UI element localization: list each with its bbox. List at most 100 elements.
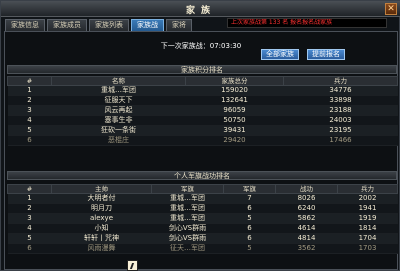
table-cell: 1703 bbox=[337, 243, 398, 254]
mouse-cursor bbox=[127, 260, 138, 271]
table-cell: 5 bbox=[7, 125, 52, 136]
war-panel: 下一次家族战：07:03:30 全部家族 提前报名 家族积分排名 # 名称 家族… bbox=[4, 31, 398, 270]
col-banner-count: 军旗 bbox=[223, 184, 276, 194]
table-cell: 风云再起 bbox=[51, 105, 186, 116]
table-row[interactable]: 2 征服天下 132641 33898 bbox=[7, 95, 398, 106]
table-cell: 征天…军团 bbox=[151, 243, 224, 254]
col-commander: 主帅 bbox=[51, 184, 152, 194]
table-row[interactable]: 1 重城…军团 159020 34776 bbox=[7, 85, 398, 96]
table-cell: 征服天下 bbox=[51, 95, 186, 106]
table-cell: 1814 bbox=[337, 223, 398, 234]
table-cell: 重城…军团 bbox=[151, 203, 224, 214]
table-cell: 1941 bbox=[337, 203, 398, 214]
table-cell: 大明者付 bbox=[51, 193, 152, 204]
table-cell: 1704 bbox=[337, 233, 398, 244]
table-cell: 5 bbox=[223, 243, 276, 254]
tab-bar: 家族信息 家族成员 家族列表 家族战 家将 bbox=[5, 19, 192, 31]
table-cell: 23188 bbox=[283, 105, 398, 116]
personal-ranking-title: 个人军旗战功排名 bbox=[7, 171, 397, 180]
table-cell: 4 bbox=[7, 223, 52, 234]
table-cell: 3562 bbox=[275, 243, 338, 254]
table-cell: 29420 bbox=[185, 135, 284, 146]
table-cell: 明月刀 bbox=[51, 203, 152, 214]
table-cell: alexye bbox=[51, 213, 152, 224]
table-cell: 1 bbox=[7, 193, 52, 204]
tab-family-generals[interactable]: 家将 bbox=[166, 19, 192, 31]
table-cell: 24003 bbox=[283, 115, 398, 126]
table-cell: 6 bbox=[7, 135, 52, 146]
table-cell: 5862 bbox=[275, 213, 338, 224]
table-cell: 7 bbox=[223, 193, 276, 204]
table-cell: 重城…军团 bbox=[51, 85, 186, 96]
table-row[interactable]: 4 塞事生非 50750 24003 bbox=[7, 115, 398, 126]
table-cell: 风雨漫舞 bbox=[51, 243, 152, 254]
table-cell: 剑心VS群雨 bbox=[151, 223, 224, 234]
table-cell: 剑心VS群雨 bbox=[151, 233, 224, 244]
personal-ranking-table: # 主帅 军旗 军旗 战功 兵力 1 大明者付 重城…军团 7 8026 2002 2 明月刀… bbox=[7, 184, 398, 254]
col-banner: 军旗 bbox=[151, 184, 224, 194]
table-cell: 3 bbox=[7, 213, 52, 224]
family-ranking-title: 家族积分排名 bbox=[7, 65, 397, 74]
col-rank: # bbox=[7, 184, 52, 194]
col-name: 名称 bbox=[51, 76, 186, 86]
table-cell: 恶棍庄 bbox=[51, 135, 186, 146]
table-cell: 2 bbox=[7, 203, 52, 214]
table-cell: 1 bbox=[7, 85, 52, 96]
table-row[interactable]: 6 恶棍庄 29420 17466 bbox=[7, 135, 398, 146]
table-cell: 6 bbox=[223, 203, 276, 214]
col-merit: 战功 bbox=[275, 184, 338, 194]
table-cell: 6 bbox=[223, 233, 276, 244]
family-window: 家族 ✕ 家族信息 家族成员 家族列表 家族战 家将 上次家族战第 133 名 … bbox=[0, 0, 400, 271]
all-families-button[interactable]: 全部家族 bbox=[261, 49, 299, 60]
table-cell: 重城…军团 bbox=[151, 213, 224, 224]
table-cell: 4614 bbox=[275, 223, 338, 234]
table-cell: 33898 bbox=[283, 95, 398, 106]
table-cell: 50750 bbox=[185, 115, 284, 126]
table-cell: 塞事生非 bbox=[51, 115, 186, 126]
tab-family-info[interactable]: 家族信息 bbox=[5, 19, 45, 31]
table-row[interactable]: 2 明月刀 重城…军团 6 6240 1941 bbox=[7, 203, 398, 214]
table-cell: 4 bbox=[7, 115, 52, 126]
table-cell: 1919 bbox=[337, 213, 398, 224]
table-cell: 6240 bbox=[275, 203, 338, 214]
table-cell: 5 bbox=[7, 233, 52, 244]
table-cell: 96059 bbox=[185, 105, 284, 116]
window-title: 家族 bbox=[185, 6, 216, 16]
table-row[interactable]: 1 大明者付 重城…军团 7 8026 2002 bbox=[7, 193, 398, 204]
table-cell: 3 bbox=[7, 105, 52, 116]
table-header-row: # 名称 家族总分 兵力 bbox=[7, 76, 398, 86]
table-header-row: # 主帅 军旗 军旗 战功 兵力 bbox=[7, 184, 398, 194]
table-cell: 6 bbox=[7, 243, 52, 254]
col-total-score: 家族总分 bbox=[185, 76, 284, 86]
table-cell: 小知 bbox=[51, 223, 152, 234]
table-cell: 狂砍一条街 bbox=[51, 125, 186, 136]
table-row[interactable]: 3 alexye 重城…军团 5 5862 1919 bbox=[7, 213, 398, 224]
table-cell: 23195 bbox=[283, 125, 398, 136]
table-row[interactable]: 4 小知 剑心VS群雨 6 4614 1814 bbox=[7, 223, 398, 234]
table-row[interactable]: 5 轩轩丨咒神 剑心VS群雨 6 4814 1704 bbox=[7, 233, 398, 244]
table-cell: 6 bbox=[223, 223, 276, 234]
table-row[interactable]: 3 风云再起 96059 23188 bbox=[7, 105, 398, 116]
col-troops: 兵力 bbox=[283, 76, 398, 86]
family-ranking-table: # 名称 家族总分 兵力 1 重城…军团 159020 34776 2 征服天下 13264… bbox=[7, 76, 398, 146]
news-ticker: 上次家族战第 133 名 报名报名战家族 bbox=[227, 18, 387, 28]
early-signup-button[interactable]: 提前报名 bbox=[307, 49, 345, 60]
table-row[interactable]: 6 风雨漫舞 征天…军团 5 3562 1703 bbox=[7, 243, 398, 254]
tab-family-war[interactable]: 家族战 bbox=[131, 19, 164, 31]
tab-family-list[interactable]: 家族列表 bbox=[89, 19, 129, 31]
table-cell: 2 bbox=[7, 95, 52, 106]
title-bar: 家族 ✕ bbox=[1, 1, 400, 17]
table-cell: 34776 bbox=[283, 85, 398, 96]
table-cell: 重城…军团 bbox=[151, 193, 224, 204]
table-cell: 8026 bbox=[275, 193, 338, 204]
table-cell: 轩轩丨咒神 bbox=[51, 233, 152, 244]
table-cell: 159020 bbox=[185, 85, 284, 96]
table-cell: 132641 bbox=[185, 95, 284, 106]
close-button[interactable]: ✕ bbox=[385, 3, 397, 15]
tab-family-members[interactable]: 家族成员 bbox=[47, 19, 87, 31]
table-row[interactable]: 5 狂砍一条街 39431 23195 bbox=[7, 125, 398, 136]
table-cell: 39431 bbox=[185, 125, 284, 136]
table-cell: 17466 bbox=[283, 135, 398, 146]
col-rank: # bbox=[7, 76, 52, 86]
table-cell: 4814 bbox=[275, 233, 338, 244]
